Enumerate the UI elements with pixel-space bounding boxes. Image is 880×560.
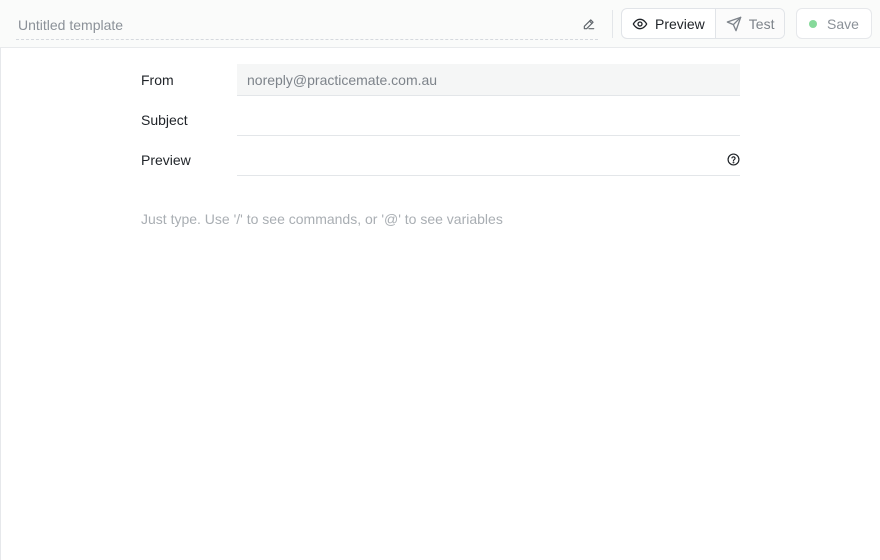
help-circle-icon[interactable] — [727, 153, 740, 166]
top-bar: Untitled template Preview Test Save — [0, 0, 880, 48]
pencil-icon[interactable] — [582, 17, 596, 31]
test-button-label: Test — [748, 15, 775, 32]
subject-field[interactable] — [237, 104, 740, 136]
save-button-label: Save — [827, 15, 859, 32]
from-label: From — [141, 72, 174, 88]
preview-button[interactable]: Preview — [622, 9, 716, 38]
subject-label: Subject — [141, 112, 188, 128]
template-title[interactable]: Untitled template — [18, 17, 123, 33]
from-row: From noreply@practicemate.com.au — [141, 64, 741, 96]
from-field: noreply@practicemate.com.au — [237, 64, 740, 96]
preview-button-label: Preview — [655, 15, 705, 32]
from-value: noreply@practicemate.com.au — [247, 72, 438, 88]
template-title-field[interactable]: Untitled template — [16, 10, 598, 40]
status-dot-icon — [809, 19, 818, 28]
test-button[interactable]: Test — [715, 9, 785, 38]
preview-row: Preview — [141, 144, 741, 176]
send-icon — [726, 16, 742, 31]
toolbar-divider — [612, 10, 613, 38]
subject-row: Subject — [141, 104, 741, 136]
preview-test-group: Preview Test — [621, 8, 786, 39]
preview-text-field[interactable] — [237, 144, 740, 176]
eye-icon — [632, 18, 648, 29]
save-button[interactable]: Save — [796, 8, 872, 39]
editor-body-placeholder[interactable]: Just type. Use '/' to see commands, or '… — [141, 211, 503, 227]
preview-label: Preview — [141, 152, 191, 168]
